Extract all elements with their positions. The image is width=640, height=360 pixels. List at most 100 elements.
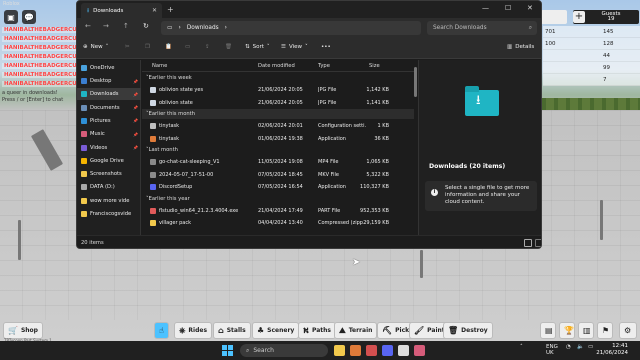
sidebar-item-downloads[interactable]: Downloads 📌: [77, 88, 141, 101]
file-row[interactable]: DiscordSetup 07/05/2024 16:54 Application 1…: [142, 181, 414, 193]
minimize-button[interactable]: —: [482, 4, 489, 12]
group-header[interactable]: ˅ Earlier this month: [142, 109, 414, 119]
share-icon[interactable]: ⇪: [205, 44, 210, 50]
column-name[interactable]: Name: [152, 63, 167, 69]
stalls-button[interactable]: ⌂ Stalls: [213, 322, 251, 339]
column-date-modified[interactable]: Date modified: [258, 63, 295, 69]
file-row[interactable]: oblivion state 21/06/2024 20:05 JPG File 1,…: [142, 97, 414, 109]
column-size[interactable]: Size: [369, 63, 380, 69]
file-list[interactable]: Name Date modified Type Size ˅ Earlier t…: [142, 60, 414, 235]
delete-icon[interactable]: 🗑: [225, 44, 232, 50]
chat-input-hint[interactable]: Press / or [Enter] to chat: [2, 97, 63, 103]
up-button[interactable]: ↑: [123, 22, 129, 30]
sidebar-item-screenshots[interactable]: Screenshots: [77, 168, 141, 180]
column-type[interactable]: Type: [318, 63, 330, 69]
close-tab-icon[interactable]: ✕: [152, 7, 157, 14]
address-bar-row: ← → ↑ ↻ ▭ › Downloads › Search Downloads…: [77, 18, 541, 38]
trophy-button[interactable]: 🏆: [559, 322, 575, 339]
paths-button[interactable]: ⛕ Paths: [298, 322, 336, 339]
tab-downloads[interactable]: ⭳ Downloads ✕: [81, 3, 162, 18]
sidebar-item-pictures[interactable]: Pictures 📌: [77, 115, 141, 127]
scenery-button[interactable]: ♣ Scenery: [252, 322, 300, 339]
sidebar-item-franciscogsvide[interactable]: Franciscogsvide: [77, 208, 141, 220]
navigation-pane[interactable]: OneDrive Desktop 📌 Downloads 📌 Documents 📌 Pict…: [77, 60, 141, 235]
sidebar-item-onedrive[interactable]: OneDrive: [77, 62, 141, 74]
view-button[interactable]: ☰ View ˅: [281, 44, 308, 50]
new-button[interactable]: ⊕ New ˅: [83, 44, 108, 50]
details-button[interactable]: ▥ Details: [507, 44, 534, 50]
sidebar-item-music[interactable]: Music 📌: [77, 128, 141, 140]
file-row[interactable]: go-chat-cat-sleeping_V1 11/05/2024 19:08 M…: [142, 156, 414, 168]
terrain-button[interactable]: ⛰ Terrain: [334, 322, 378, 339]
browser-taskbar-icon[interactable]: [366, 345, 377, 356]
pin-icon: 📌: [133, 145, 138, 150]
paste-icon[interactable]: 📋: [165, 44, 172, 50]
new-tab-button[interactable]: +: [167, 5, 174, 14]
shop-button[interactable]: 🛒 Shop: [3, 322, 43, 339]
group-header[interactable]: ˅ Earlier this year: [142, 194, 414, 204]
back-button[interactable]: ←: [85, 22, 91, 30]
clock[interactable]: 12:41 21/06/2024: [596, 343, 628, 357]
file-row[interactable]: tinytask 01/06/2024 19:38 Application 36 KB: [142, 133, 414, 145]
wifi-icon[interactable]: ◔: [566, 344, 571, 350]
sidebar-item-google-drive[interactable]: Google Drive: [77, 155, 141, 167]
language-indicator[interactable]: ENG UK: [546, 344, 558, 356]
destroy-button[interactable]: 🗑 Destroy: [443, 322, 493, 339]
app-taskbar-icon[interactable]: [382, 345, 393, 356]
rides-button[interactable]: ⎈ Rides: [174, 322, 213, 339]
title-bar[interactable]: ⭳ Downloads ✕ + — ☐ ✕: [77, 1, 541, 18]
taskbar-search[interactable]: ⌕ Search: [240, 344, 328, 357]
stats-button[interactable]: ▥: [578, 322, 594, 339]
file-row[interactable]: oblivion state yes 21/06/2024 20:05 JPG Fi…: [142, 84, 414, 96]
forward-button[interactable]: →: [103, 22, 109, 30]
group-header[interactable]: ˅ Last month: [142, 145, 414, 155]
sidebar-item-videos[interactable]: Videos 📌: [77, 142, 141, 154]
sidebar-item-label: OneDrive: [90, 65, 115, 71]
search-input[interactable]: Search Downloads ⌕: [427, 21, 537, 35]
notifications-button[interactable]: ⚑: [597, 322, 613, 339]
file-name: flstudio_win64_21.2.3.4004.exe: [159, 207, 239, 214]
file-row[interactable]: 2024-05-07_17-51-00 07/05/2024 18:45 MKV F…: [142, 169, 414, 181]
maximize-button[interactable]: ☐: [505, 4, 511, 12]
file-row[interactable]: tinytask 02/06/2024 20:01 Configuration se…: [142, 120, 414, 132]
inventory-button[interactable]: ▤: [540, 322, 556, 339]
taskview-taskbar-icon[interactable]: [350, 345, 361, 356]
file-size: 1,141 KB: [366, 99, 389, 106]
address-bar[interactable]: ▭ › Downloads ›: [161, 21, 421, 35]
sidebar-item-data-d[interactable]: DATA (D:): [77, 181, 141, 193]
cut-icon[interactable]: ✂: [125, 44, 130, 50]
more-options-icon[interactable]: •••: [321, 44, 331, 50]
sidebar-item-wow-more-vide[interactable]: wow more vide: [77, 195, 141, 207]
close-button[interactable]: ✕: [527, 4, 533, 12]
sidebar-item-label: Google Drive: [90, 157, 124, 164]
group-header[interactable]: ˅ Earlier this week: [142, 73, 414, 83]
details-view-icon[interactable]: [524, 239, 532, 247]
add-icon[interactable]: +: [573, 11, 585, 23]
app-taskbar-icon[interactable]: [414, 345, 425, 356]
chat-icon[interactable]: 💬: [22, 10, 36, 24]
select-button[interactable]: ☝: [154, 322, 169, 339]
settings-button[interactable]: ⚙: [619, 322, 637, 339]
file-explorer-taskbar-icon[interactable]: [334, 345, 345, 356]
taskbar-search-label: Search: [253, 347, 274, 354]
roblox-taskbar-icon[interactable]: [398, 345, 409, 356]
tiles-view-icon[interactable]: [535, 239, 541, 247]
sort-button[interactable]: ⇅ Sort ˅: [245, 44, 270, 50]
rename-icon[interactable]: ▭: [185, 44, 190, 50]
leaderboard-toggle[interactable]: [541, 10, 567, 24]
volume-icon[interactable]: 🔈: [577, 344, 584, 350]
chevron-up-icon[interactable]: ˄: [520, 344, 523, 350]
start-button[interactable]: [222, 345, 233, 356]
refresh-button[interactable]: ↻: [143, 22, 149, 30]
file-icon: [150, 171, 156, 178]
sidebar-item-documents[interactable]: Documents 📌: [77, 102, 141, 114]
breadcrumb-downloads[interactable]: Downloads: [187, 25, 219, 31]
copy-icon[interactable]: ❐: [145, 44, 150, 50]
battery-icon[interactable]: ▭: [588, 344, 593, 350]
file-row[interactable]: flstudio_win64_21.2.3.4004.exe 21/04/2024…: [142, 205, 414, 217]
scrollbar[interactable]: [414, 67, 417, 97]
sidebar-item-desktop[interactable]: Desktop 📌: [77, 75, 141, 87]
file-explorer-window[interactable]: ⭳ Downloads ✕ + — ☐ ✕ ← → ↑ ↻ ▭ › Downlo…: [76, 0, 542, 249]
file-row[interactable]: villager pack 04/04/2024 13:40 Compressed …: [142, 217, 414, 229]
roblox-menu-icon[interactable]: ▣: [4, 10, 18, 24]
